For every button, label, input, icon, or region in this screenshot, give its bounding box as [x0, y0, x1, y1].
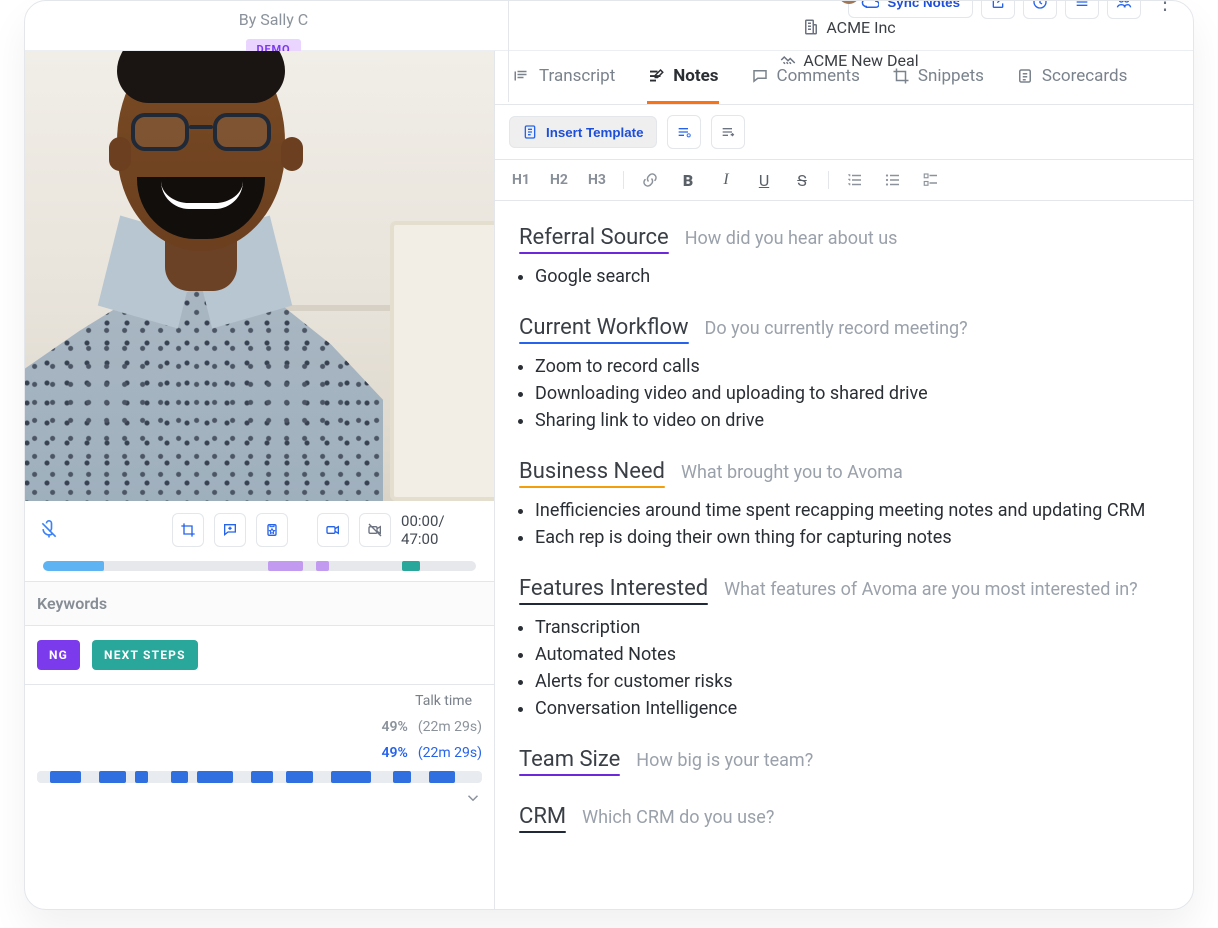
keywords-title: Keywords [37, 594, 107, 613]
deal-name: ACME New Deal [803, 51, 918, 70]
handshake-icon [779, 51, 797, 69]
talk-bar[interactable] [37, 771, 482, 783]
camera-off-button[interactable] [359, 513, 391, 547]
list-item[interactable]: Sharing link to video on drive [535, 410, 1169, 431]
comments-icon [751, 67, 769, 85]
list-item[interactable]: Zoom to record calls [535, 356, 1169, 377]
template-icon [522, 124, 538, 140]
fmt-ul[interactable] [881, 168, 905, 192]
scorecards-icon [1016, 67, 1034, 85]
section-title: Team Size [519, 747, 620, 776]
note-section[interactable]: Features Interested What features of Avom… [519, 576, 1169, 719]
transcript-icon [513, 67, 531, 85]
fmt-strike[interactable]: S [790, 168, 814, 192]
crop-button[interactable] [172, 513, 204, 547]
section-list[interactable]: Inefficiencies around time spent recappi… [535, 500, 1169, 548]
list-item[interactable]: Conversation Intelligence [535, 698, 1169, 719]
lock-template-button[interactable] [667, 115, 701, 149]
note-section[interactable]: Referral Source How did you hear about us… [519, 225, 1169, 287]
list-item[interactable]: Automated Notes [535, 644, 1169, 665]
section-title: CRM [519, 804, 566, 833]
list-item[interactable]: Alerts for customer risks [535, 671, 1169, 692]
fmt-link[interactable] [638, 168, 662, 192]
list-item[interactable]: Inefficiencies around time spent recappi… [535, 500, 1169, 521]
scrub-track[interactable] [43, 561, 476, 571]
note-section[interactable]: Business Need What brought you to Avoma In… [519, 459, 1169, 548]
snippets-icon [892, 67, 910, 85]
section-list[interactable]: Google search [535, 266, 1169, 287]
section-title: Current Workflow [519, 315, 689, 344]
talk-row: 49% (22m 29s) [37, 719, 482, 735]
fmt-bold[interactable]: B [676, 168, 700, 192]
fmt-underline[interactable]: U [752, 168, 776, 192]
list-item[interactable]: Each rep is doing their own thing for ca… [535, 527, 1169, 548]
list-item[interactable]: Transcription [535, 617, 1169, 638]
building-icon [802, 18, 820, 36]
note-section[interactable]: Current Workflow Do you currently record … [519, 315, 1169, 431]
section-subtitle: What features of Avoma are you most inte… [724, 579, 1138, 600]
by-line: By Sally C [239, 10, 308, 29]
section-title: Business Need [519, 459, 665, 488]
fmt-h2[interactable]: H2 [547, 168, 571, 192]
separator [828, 171, 829, 189]
keywords-header[interactable]: Keywords [25, 581, 494, 626]
chip-ng[interactable]: NG [37, 640, 80, 670]
fmt-h3[interactable]: H3 [585, 168, 609, 192]
list-item[interactable]: Google search [535, 266, 1169, 287]
talk-dur-1: (22m 29s) [418, 719, 482, 735]
auto-template-button[interactable] [711, 115, 745, 149]
account-link[interactable]: ACME Inc [802, 18, 895, 37]
section-subtitle: How big is your team? [636, 750, 813, 771]
separator [623, 171, 624, 189]
insert-template-button[interactable]: Insert Template [509, 116, 657, 148]
talk-pct-2: 49% [382, 745, 408, 761]
account-name: ACME Inc [826, 18, 895, 37]
video-preview[interactable] [25, 51, 494, 501]
fmt-h1[interactable]: H1 [509, 168, 533, 192]
talk-chevron-icon[interactable] [464, 789, 482, 807]
chip-next-steps[interactable]: NEXT STEPS [92, 640, 198, 670]
comment-plus-button[interactable] [214, 513, 246, 547]
section-subtitle: Do you currently record meeting? [705, 318, 968, 339]
section-subtitle: What brought you to Avoma [681, 462, 903, 483]
notes-icon [647, 67, 665, 85]
list-item[interactable]: Downloading video and uploading to share… [535, 383, 1169, 404]
section-title: Referral Source [519, 225, 669, 254]
fmt-checklist[interactable] [919, 168, 943, 192]
note-section[interactable]: CRM Which CRM do you use? [519, 804, 1169, 833]
mic-off-icon[interactable] [39, 520, 59, 540]
section-subtitle: How did you hear about us [685, 228, 898, 249]
talk-pct-1: 49% [382, 719, 408, 735]
note-section[interactable]: Team Size How big is your team? [519, 747, 1169, 776]
fmt-ol[interactable] [843, 168, 867, 192]
section-list[interactable]: Zoom to record calls Downloading video an… [535, 356, 1169, 431]
talk-dur-2: (22m 29s) [418, 745, 482, 761]
account-avatar[interactable] [838, 0, 860, 4]
section-title: Features Interested [519, 576, 708, 605]
camera-button[interactable] [317, 513, 349, 547]
insert-template-label: Insert Template [546, 125, 644, 140]
notes-editor[interactable]: Referral Source How did you hear about us… [495, 201, 1193, 910]
talk-row: 49% (22m 29s) [37, 745, 482, 761]
clipboard-star-button[interactable] [256, 513, 288, 547]
player-time: 00:00/ 47:00 [401, 512, 480, 548]
talk-time-title: Talk time [37, 693, 482, 709]
fmt-italic[interactable]: I [714, 168, 738, 192]
section-list[interactable]: Transcription Automated Notes Alerts for c… [535, 617, 1169, 719]
deal-link[interactable]: ACME New Deal [779, 51, 918, 70]
section-subtitle: Which CRM do you use? [582, 807, 774, 828]
